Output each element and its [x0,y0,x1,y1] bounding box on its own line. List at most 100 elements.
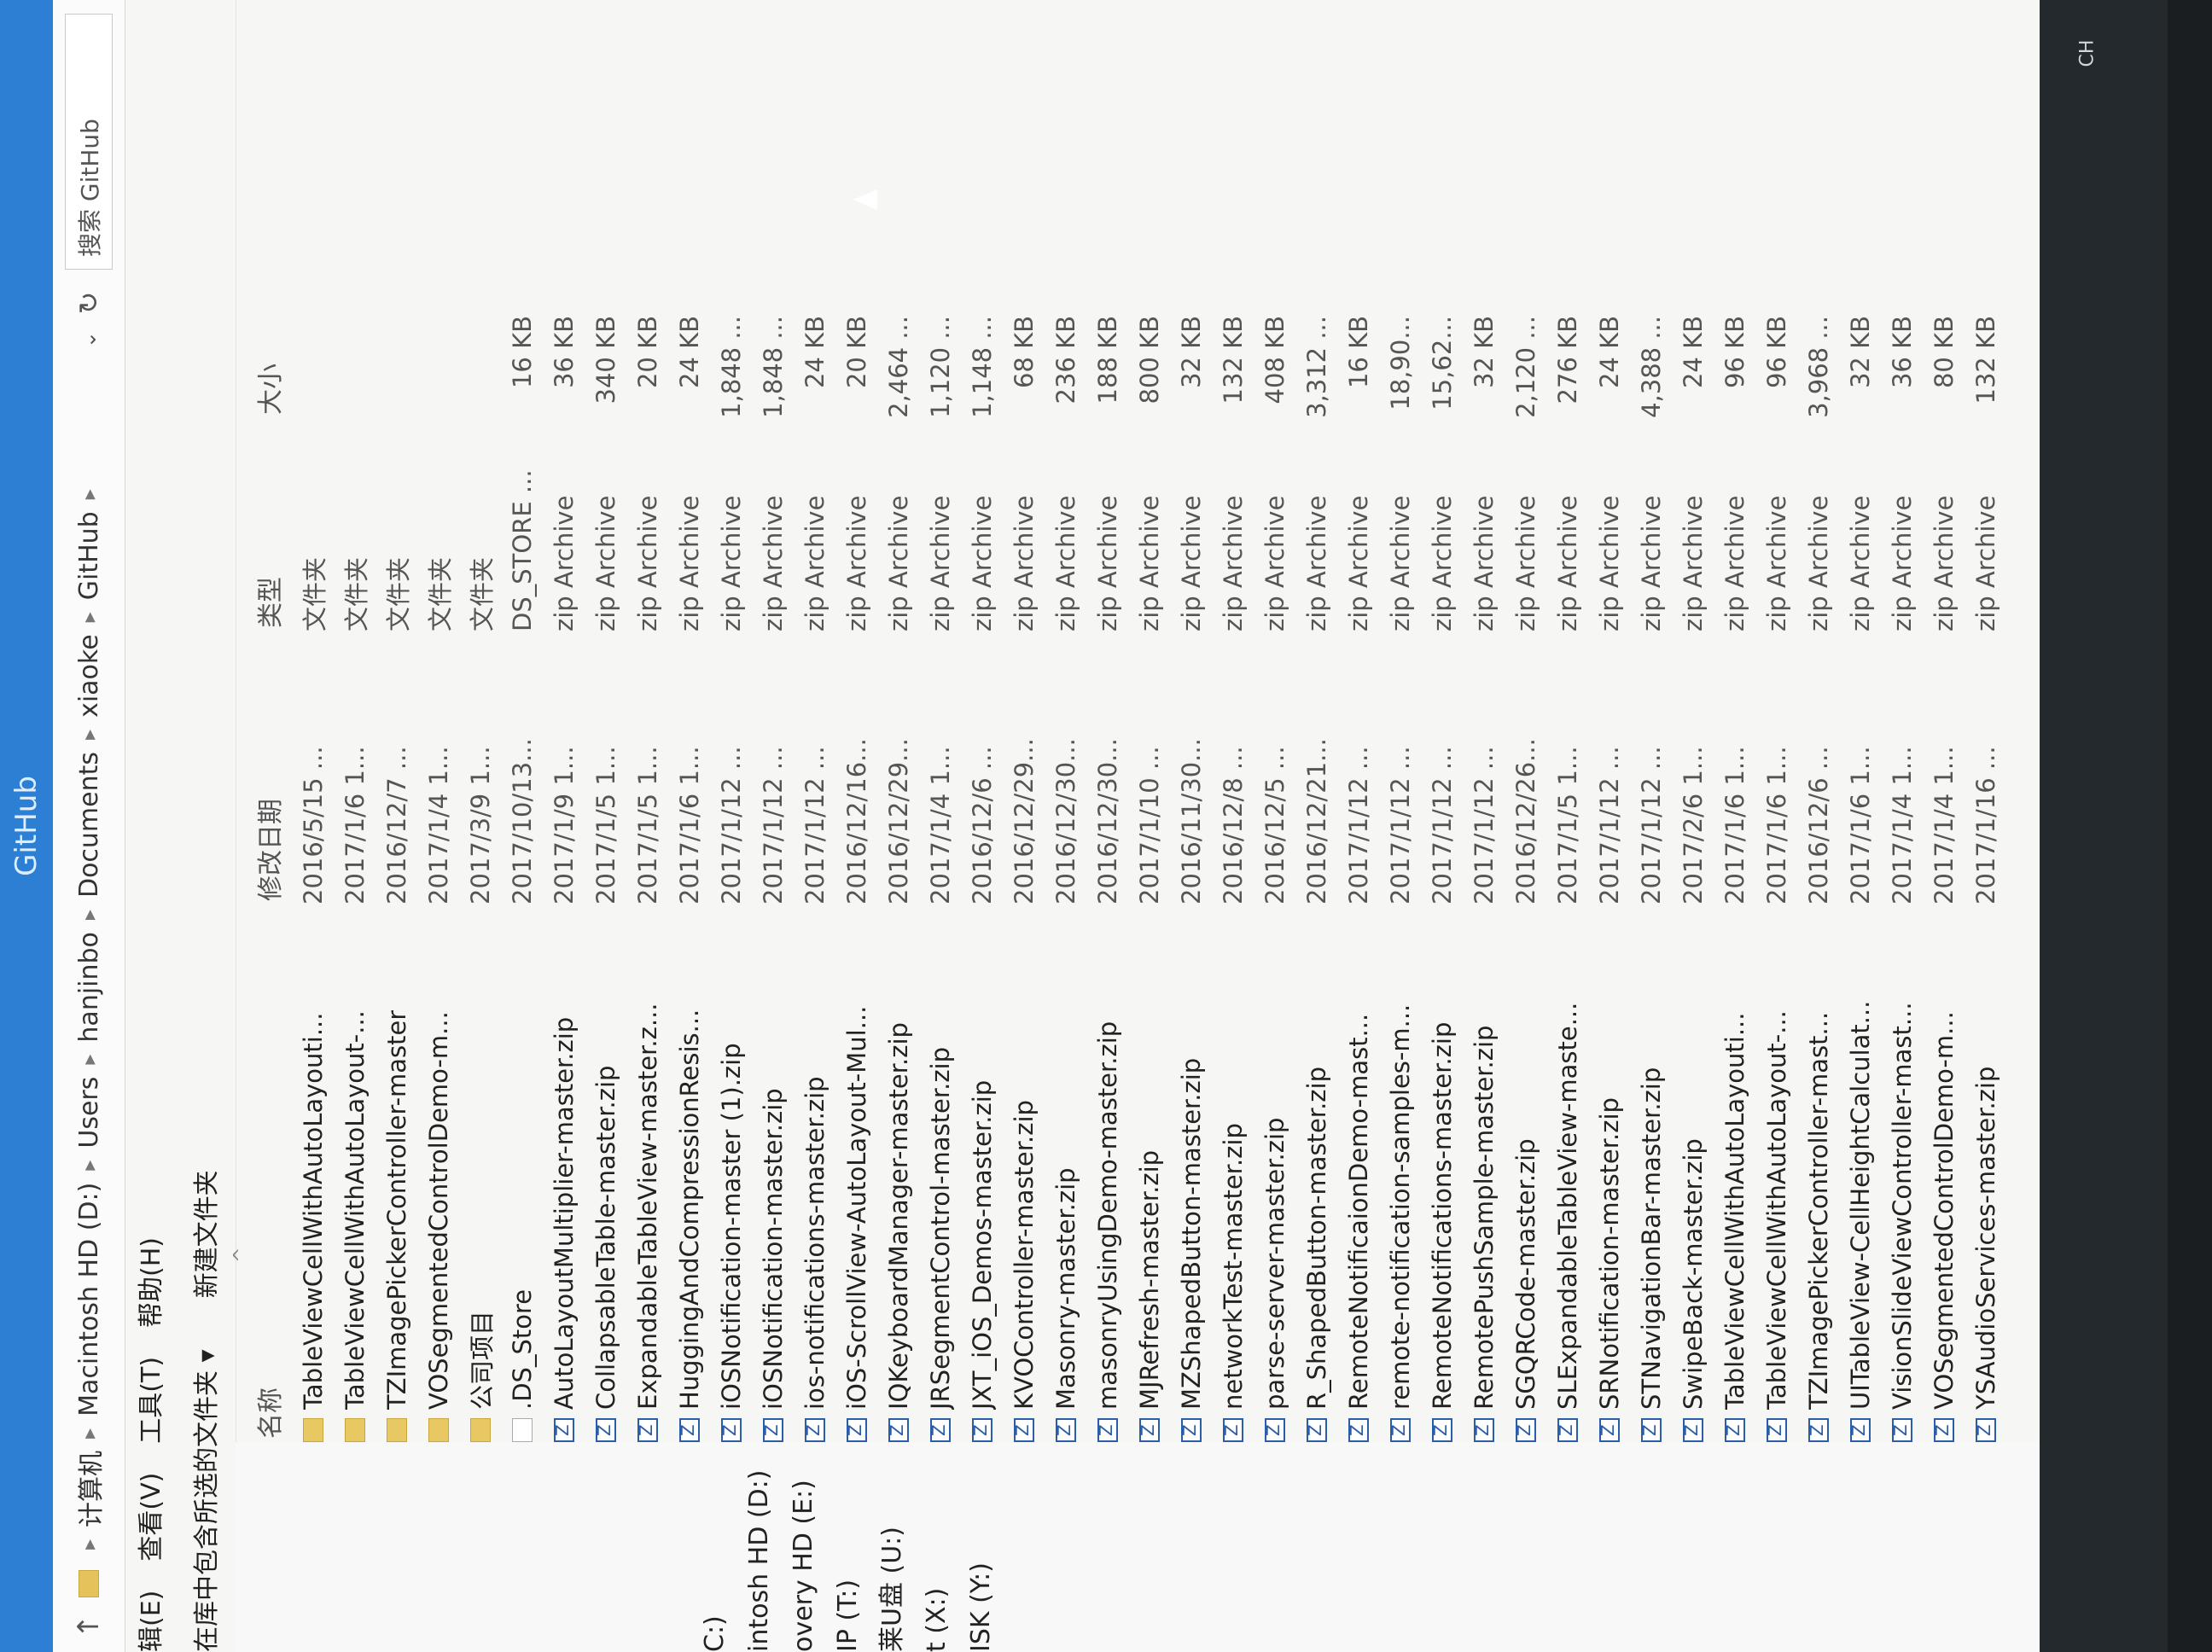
column-header-date[interactable]: 修改日期 [249,628,287,901]
file-date: 2016/12/21... [1301,738,1331,905]
file-row[interactable]: JXT_iOS_Demos-master.zip 2016/12/6 ... zip… [961,0,1003,1442]
file-row[interactable]: ExpandableTableView-master.z... 2017/1/5 … [626,0,668,1442]
file-row[interactable]: RemotePushSample-master.zip 2017/1/12 ...… [1463,0,1505,1442]
up-arrow-icon[interactable]: ↑ [72,1601,106,1652]
file-row[interactable]: AutoLayoutMultiplier-master.zip 2017/1/9 … [543,0,585,1442]
file-row[interactable]: MZShapedButton-master.zip 2016/11/30... zi… [1170,0,1212,1442]
chevron-right-icon[interactable]: ▸ [77,1539,101,1550]
sidebar-item[interactable]: 莱U盘 (U:) [870,1442,915,1652]
sidebar-item[interactable] [280,1442,324,1652]
breadcrumb-item[interactable]: Macintosh HD (D:) [74,1183,104,1416]
zip-archive-icon [804,1418,825,1442]
file-row[interactable]: TZImagePickerController-master 2016/12/7 … [375,0,417,1442]
file-row[interactable]: 公司项目 2017/3/9 1... 文件夹 [459,0,501,1442]
file-row[interactable]: TZImagePickerController-mast... 2016/12/6… [1797,0,1839,1442]
breadcrumb-item[interactable]: Users [74,1077,104,1149]
sidebar-item[interactable]: ISK (Y:) [959,1442,1004,1652]
file-name-cell: parse-server-master.zip [1260,905,1289,1442]
file-row[interactable]: KVOController-master.zip 2016/12/29... zip… [1003,0,1045,1442]
sidebar-item[interactable]: C:) [693,1442,737,1652]
chevron-right-icon[interactable]: ▸ [77,730,101,740]
file-row[interactable]: MJRefresh-master.zip 2017/1/10 ... zip Arc… [1128,0,1170,1442]
file-row[interactable]: JRSegmentControl-master.zip 2017/1/4 1...… [919,0,961,1442]
file-name-cell: SGQRCode-master.zip [1511,905,1540,1442]
chevron-right-icon[interactable]: ▸ [77,1055,101,1065]
sidebar-item[interactable] [236,1442,280,1652]
zip-archive-icon [678,1418,700,1442]
sidebar-item[interactable] [324,1442,369,1652]
file-size: 1,848 ... [716,316,746,418]
file-name: CollapsableTable-master.zip [591,1065,620,1410]
breadcrumb-item[interactable]: xiaoke [74,634,104,718]
file-name: JXT_iOS_Demos-master.zip [967,1079,997,1410]
file-row[interactable]: parse-server-master.zip 2016/12/5 ... zip … [1254,0,1295,1442]
file-row[interactable]: Masonry-master.zip 2016/12/30... zip Archi… [1045,0,1086,1442]
menu-tools[interactable]: 工具(T) [130,1357,167,1444]
file-size: 36 KB [549,316,579,389]
file-row[interactable]: TableViewCellWithAutoLayout-... 2017/1/6 … [1755,0,1797,1442]
file-row[interactable]: UITableView-CellHeightCalculat... 2017/1/… [1839,0,1881,1442]
file-row[interactable]: ios-notifications-master.zip 2017/1/12 ..… [794,0,835,1442]
chevron-right-icon[interactable]: ▸ [77,489,101,499]
file-name: VisionSlideViewController-mast... [1887,1002,1917,1410]
file-row[interactable]: networkTest-master.zip 2016/12/8 ... zip A… [1212,0,1254,1442]
column-header-type[interactable]: 类型 [249,440,287,628]
file-size: 2,464 ... [883,316,913,418]
sidebar-item[interactable]: intosh HD (D:) [737,1442,782,1652]
refresh-icon[interactable]: ↻ [73,283,105,323]
chevron-right-icon[interactable]: ▸ [77,1160,101,1171]
search-input[interactable]: 搜索 GitHub [65,14,113,270]
file-row[interactable]: IQKeyboardManager-master.zip 2016/12/29..… [877,0,919,1442]
file-row[interactable]: SRNotification-master.zip 2017/1/12 ... zi… [1588,0,1630,1442]
sidebar-item[interactable]: t (X:) [915,1442,959,1652]
chevron-right-icon[interactable]: ▸ [77,910,101,920]
sidebar-item[interactable]: overy HD (E:) [782,1442,826,1652]
file-date: 2017/1/12 ... [1427,746,1457,905]
file-row[interactable]: iOSNotification-master.zip 2017/1/12 ... z… [752,0,794,1442]
file-row[interactable]: .DS_Store 2017/10/13... DS_STORE ... 16 KB [501,0,543,1442]
file-row[interactable]: SGQRCode-master.zip 2016/12/26... zip Arch… [1505,0,1546,1442]
file-row[interactable]: VOSegmentedControlDemo-m... 2017/1/4 1...… [1923,0,1965,1442]
file-date: 2017/1/12 ... [800,746,830,905]
file-row[interactable]: CollapsableTable-master.zip 2017/1/5 1...… [585,0,626,1442]
file-row[interactable]: HuggingAndCompressionResis... 2017/1/6 1.… [668,0,710,1442]
breadcrumb-item[interactable]: hanjinbo [74,932,104,1043]
menu-help[interactable]: 帮助(H) [130,1237,167,1328]
file-size: 68 KB [1009,316,1039,389]
chevron-right-icon[interactable]: ▸ [77,1428,101,1439]
file-type: zip Archive [1385,495,1415,631]
file-row[interactable]: YSAudioServices-master.zip 2017/1/16 ... z… [1965,0,2006,1442]
file-row[interactable]: TableViewCellWithAutoLayouti... 2016/5/15… [292,0,334,1442]
file-row[interactable]: TableViewCellWithAutoLayout-... 2017/1/6 … [334,0,375,1442]
file-row[interactable]: SwipeBack-master.zip 2017/2/6 1... zip Arc… [1672,0,1714,1442]
file-row[interactable]: remote-notification-samples-m... 2017/1/1… [1379,0,1421,1442]
zip-archive-icon [1724,1418,1745,1442]
breadcrumb-item[interactable]: GitHub [74,511,104,600]
file-date: 2016/12/29... [1009,738,1039,905]
menu-edit[interactable]: 辑(E) [130,1591,167,1652]
file-row[interactable]: masonryUsingDemo-master.zip 2016/12/30...… [1086,0,1128,1442]
sidebar-item[interactable]: IP (T:) [826,1442,870,1652]
file-row[interactable]: iOSNotification-master (1).zip 2017/1/12 … [710,0,752,1442]
breadcrumb-item[interactable]: 计算机 [70,1451,108,1527]
file-row[interactable]: R_ShapedButton-master.zip 2016/12/21... zi… [1295,0,1337,1442]
breadcrumb-item[interactable]: Documents [74,752,104,898]
column-header-name[interactable]: 名称 [249,901,287,1442]
file-row[interactable]: RemoteNotifications-master.zip 2017/1/12 … [1421,0,1463,1442]
menu-view[interactable]: 查看(V) [130,1473,167,1562]
file-row[interactable]: TableViewCellWithAutoLayouti... 2017/1/6 … [1714,0,1755,1442]
chevron-right-icon[interactable]: ▸ [77,612,101,622]
new-folder-button[interactable]: 新建文件夹 [185,1170,223,1298]
column-header-size[interactable]: 大小 [249,287,287,440]
file-row[interactable]: SLExpandableTableView-maste... 2017/1/5 1… [1546,0,1588,1442]
file-row[interactable]: RemoteNotificaionDemo-mast... 2017/1/12 .… [1337,0,1379,1442]
file-row[interactable]: STNavigationBar-master.zip 2017/1/12 ... z… [1630,0,1672,1442]
address-bar[interactable]: ↑ ▸ 计算机 ▸ Macintosh HD (D:) ▸ Users ▸ hanjinbo… [53,0,125,1652]
tray-language[interactable]: CH [2076,40,2098,67]
file-type: zip Archive [1720,495,1749,631]
file-row[interactable]: iOS-ScrollView-AutoLayout-Mul... 2016/12/… [835,0,877,1442]
include-in-library-button[interactable]: 在库中包含所选的文件夹 ▾ [185,1349,223,1652]
file-row[interactable]: VisionSlideViewController-mast... 2017/1/… [1881,0,1923,1442]
chevron-down-icon[interactable]: ⌄ [77,323,101,357]
file-row[interactable]: VOSegmentedControlDemo-m... 2017/1/4 1...… [417,0,459,1442]
